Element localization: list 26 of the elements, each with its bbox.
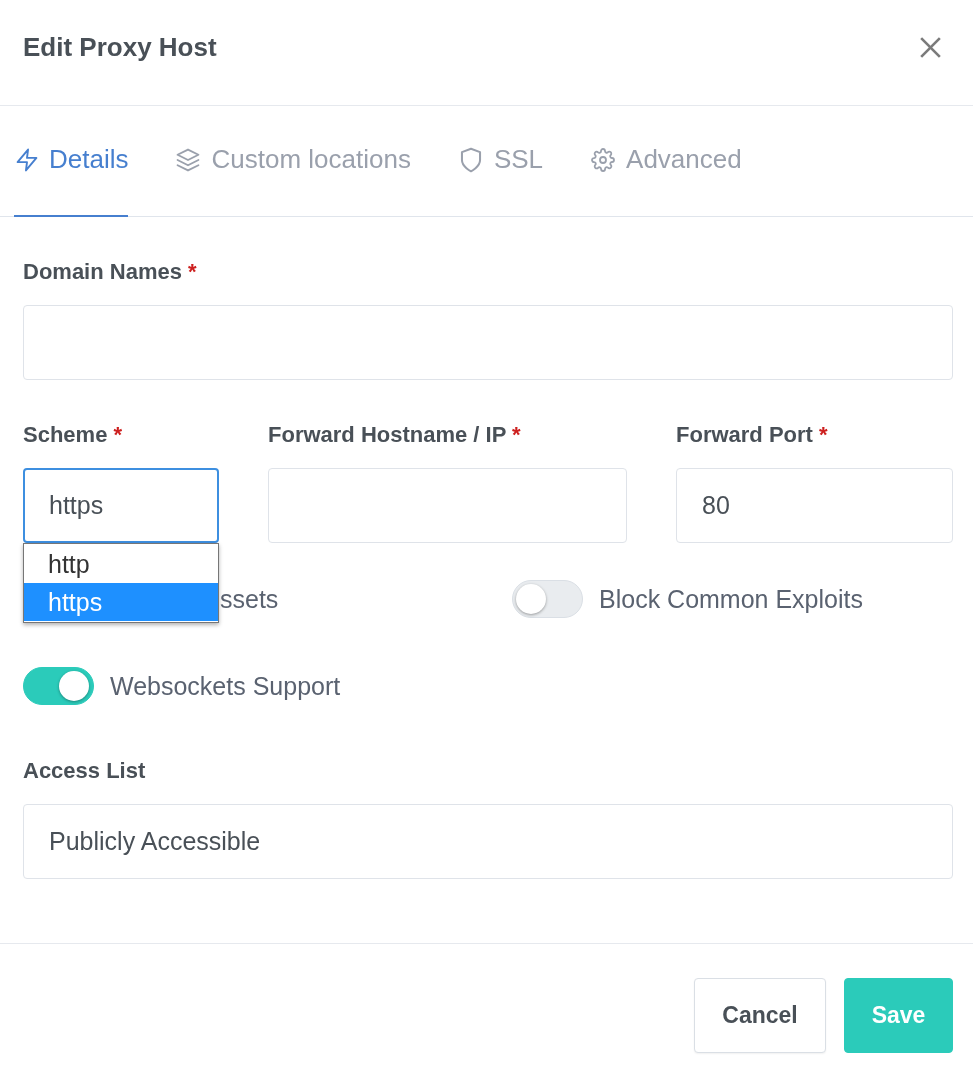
field-label: Domain Names * [23,258,198,286]
close-icon [920,37,941,58]
access-list-select[interactable]: Publicly Accessible [23,804,953,879]
lightning-bolt-icon [16,146,38,173]
field-label: Forward Port * [676,421,829,449]
domain-names-input[interactable] [23,305,953,380]
tab[interactable]: Details [14,106,129,217]
layers-icon [176,146,201,173]
switch-label: ssets [220,584,279,614]
switch-label: Block Common Exploits [599,584,863,614]
dropdown-list[interactable]: http https [23,543,219,623]
field-label: Access List [23,757,147,785]
toggle-switch[interactable] [23,667,94,705]
field-label: Scheme * [23,421,124,449]
close-button[interactable] [920,37,941,58]
port-input[interactable]: 80 [676,468,953,543]
dropdown-option[interactable]: http [24,545,218,583]
gear-icon [591,146,616,173]
toggle-switch[interactable] [512,580,583,618]
scheme-select[interactable]: https [23,468,219,543]
hostname-input[interactable] [268,468,627,543]
dialog-title: Edit Proxy Host [23,32,217,63]
switch-label: Websockets Support [110,671,341,701]
cancel-button[interactable]: Cancel [694,978,826,1053]
shield-icon [458,146,483,173]
field-label: Forward Hostname / IP * [268,421,522,449]
